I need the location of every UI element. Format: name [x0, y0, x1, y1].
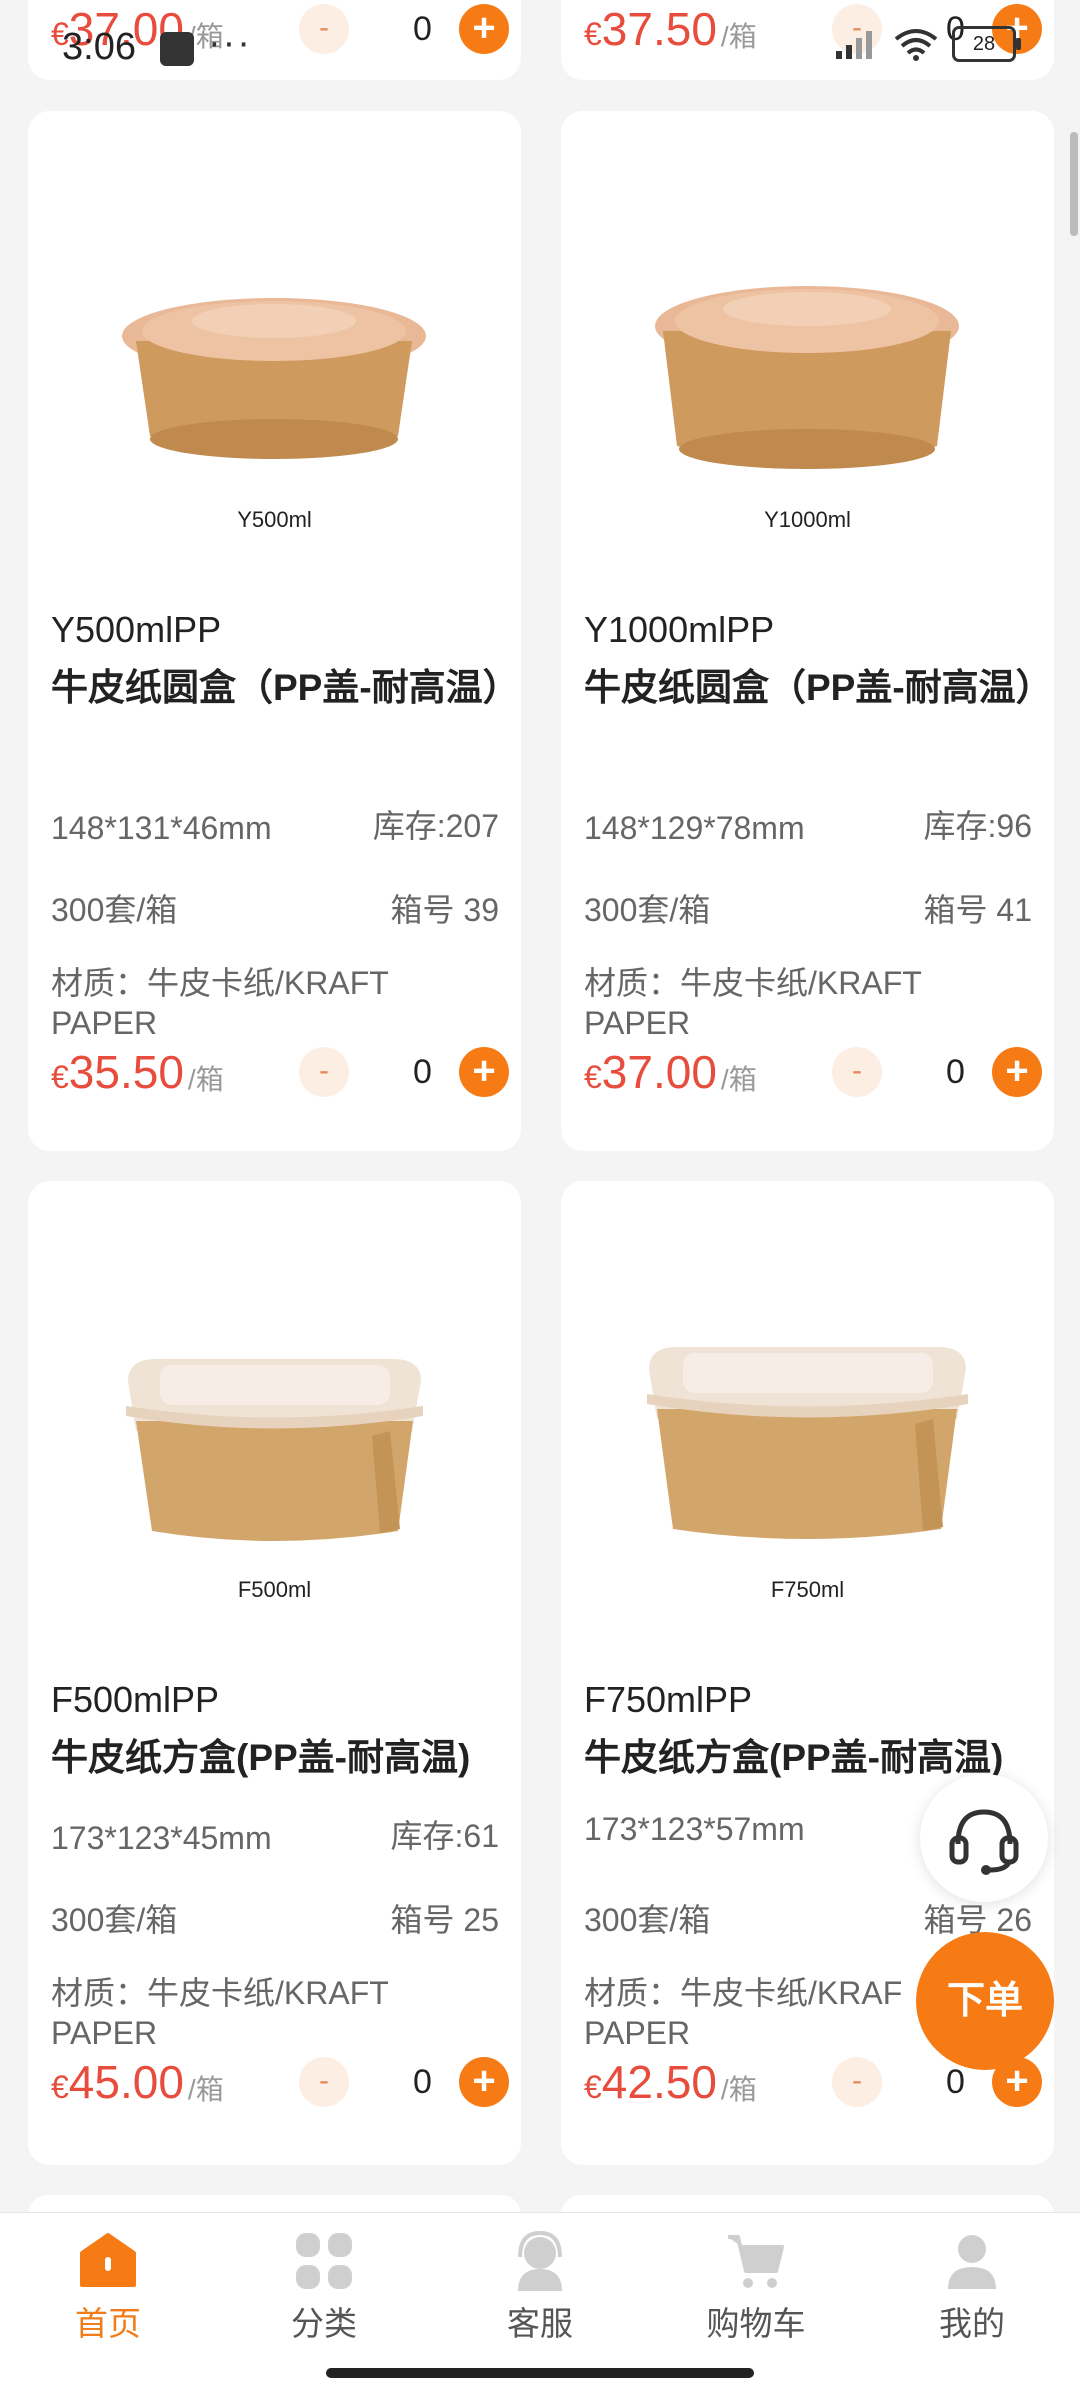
price-row: €45.00 /箱 - 0 + [51, 2055, 509, 2109]
decrease-button[interactable]: - [299, 1047, 349, 1097]
decrease-button[interactable]: - [299, 2057, 349, 2107]
cart-icon [728, 2235, 784, 2288]
price: €37.00 [584, 1046, 717, 1098]
material: 材质：牛皮卡纸/KRAFT PAPER [51, 965, 389, 1041]
price-row: €35.50 /箱 - 0 + [51, 1045, 509, 1099]
image-caption: F500ml [237, 1577, 312, 1602]
price-unit: /箱 [720, 2074, 757, 2105]
price: €35.50 [51, 1046, 184, 1098]
pack-size: 300套/箱 [584, 892, 711, 928]
price-unit: /箱 [720, 1064, 757, 1095]
headset-icon [949, 1809, 1019, 1875]
spec-row: 148*129*78mm 库存:96 [584, 801, 1032, 847]
home-indicator[interactable] [326, 2368, 754, 2378]
decrease-button[interactable]: - [832, 2057, 882, 2107]
pack-row: 300套/箱 箱号 41 [584, 885, 1032, 931]
price: €37.00 [51, 3, 184, 55]
box-number: 箱号 25 [390, 1902, 500, 1938]
tab-category[interactable]: 分类 [216, 2213, 432, 2363]
scrollbar[interactable] [1070, 132, 1078, 236]
dimensions: 148*131*46mm [51, 810, 272, 846]
box-number: 箱号 41 [923, 892, 1033, 928]
quantity-value: 0 [946, 9, 965, 48]
image-caption: F750ml [770, 1577, 845, 1602]
price-unit: /箱 [187, 2074, 224, 2105]
dimensions: 148*129*78mm [584, 810, 805, 846]
quantity-value: 0 [413, 1052, 432, 1091]
price: €42.50 [584, 2056, 717, 2108]
product-title[interactable]: Y500mlPP 牛皮纸圆盒（PP盖-耐高温） [51, 601, 520, 717]
pack-size: 300套/箱 [51, 892, 178, 928]
tab-profile[interactable]: 我的 [864, 2213, 1080, 2363]
price-unit: /箱 [187, 21, 224, 52]
product-title[interactable]: F500mlPP 牛皮纸方盒(PP盖-耐高温) [51, 1671, 503, 1787]
pack-size: 300套/箱 [51, 1902, 178, 1938]
tab-label: 购物车 [706, 2305, 806, 2342]
price-unit: /箱 [187, 1064, 224, 1095]
increase-button[interactable]: + [459, 1047, 509, 1097]
pack-row: 300套/箱 箱号 39 [51, 885, 499, 931]
stock: 库存:207 [372, 808, 499, 844]
category-icon [296, 2233, 352, 2289]
product-card[interactable]: Y500ml Y500mlPP 牛皮纸圆盒（PP盖-耐高温） 148*131*4… [28, 111, 521, 1151]
spec-row: 148*131*46mm 库存:207 [51, 801, 499, 847]
stock: 库存:96 [923, 808, 1033, 844]
customer-service-icon [518, 2231, 562, 2291]
image-caption: Y500ml [237, 507, 312, 532]
product-title[interactable]: F750mlPP 牛皮纸方盒(PP盖-耐高温) [584, 1671, 1036, 1787]
product-card-partial[interactable] [28, 2195, 521, 2212]
tab-label: 我的 [939, 2305, 1005, 2342]
material: 材质：牛皮卡纸/KRAFT PAPER [584, 965, 922, 1041]
increase-button[interactable]: + [459, 2057, 509, 2107]
quantity-value: 0 [413, 9, 432, 48]
tab-label: 首页 [75, 2305, 141, 2342]
home-icon [80, 2233, 136, 2287]
place-order-button[interactable]: 下单 [916, 1932, 1054, 2070]
increase-button[interactable]: + [992, 4, 1042, 54]
pack-size: 300套/箱 [584, 1902, 711, 1938]
price-unit: /箱 [720, 21, 757, 52]
product-grid[interactable]: €37.00 /箱 - 0 + €37.50 /箱 - 0 + Y500ml Y… [0, 0, 1080, 2212]
price-row: €37.00 /箱 - 0 + [584, 1045, 1042, 1099]
tab-label: 分类 [291, 2305, 357, 2342]
increase-button[interactable]: + [459, 4, 509, 54]
product-title[interactable]: Y1000mlPP 牛皮纸圆盒（PP盖-耐高温） [584, 601, 1053, 717]
product-card[interactable]: Y1000ml Y1000mlPP 牛皮纸圆盒（PP盖-耐高温） 148*129… [561, 111, 1054, 1151]
tab-home[interactable]: 首页 [0, 2213, 216, 2363]
product-card-partial[interactable]: €37.00 /箱 - 0 + [28, 0, 521, 80]
price: €37.50 [584, 3, 717, 55]
price-row: €42.50 /箱 - 0 + [584, 2055, 1042, 2109]
decrease-button[interactable]: - [832, 1047, 882, 1097]
tab-label: 客服 [507, 2305, 573, 2342]
dimensions: 173*123*45mm [51, 1820, 272, 1856]
customer-service-float-button[interactable] [920, 1774, 1048, 1902]
stock: 库存:61 [390, 1818, 500, 1854]
spec-row: 173*123*45mm 库存:61 [51, 1811, 499, 1857]
decrease-button[interactable]: - [832, 4, 882, 54]
quantity-value: 0 [413, 2062, 432, 2101]
price: €45.00 [51, 2056, 184, 2108]
material: 材质：牛皮卡纸/KRAFT PAPER [51, 1975, 389, 2051]
product-card-partial[interactable] [561, 2195, 1054, 2212]
quantity-value: 0 [946, 2062, 965, 2101]
box-number: 箱号 39 [390, 892, 500, 928]
decrease-button[interactable]: - [299, 4, 349, 54]
product-card[interactable]: F500ml F500mlPP 牛皮纸方盒(PP盖-耐高温) 173*123*4… [28, 1181, 521, 2165]
tab-cart[interactable]: 购物车 [648, 2213, 864, 2363]
quantity-value: 0 [946, 1052, 965, 1091]
product-card-partial[interactable]: €37.50 /箱 - 0 + [561, 0, 1054, 80]
profile-icon [948, 2235, 996, 2289]
dimensions: 173*123*57mm [584, 1811, 805, 1847]
image-caption: Y1000ml [764, 507, 851, 532]
pack-row: 300套/箱 箱号 25 [51, 1895, 499, 1941]
tab-customer-service[interactable]: 客服 [432, 2213, 648, 2363]
increase-button[interactable]: + [992, 1047, 1042, 1097]
